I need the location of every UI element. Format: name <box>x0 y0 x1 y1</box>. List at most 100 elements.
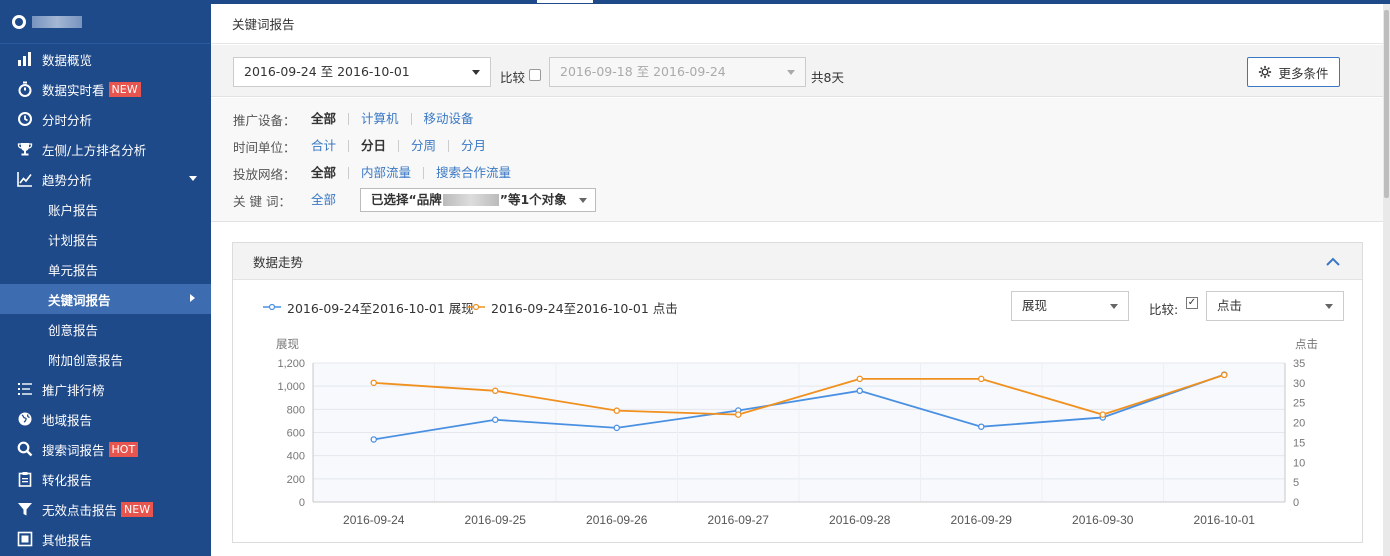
sidebar-item[interactable]: 趋势分析 <box>0 164 211 194</box>
sidebar-subitem-label: 创意报告 <box>48 322 99 338</box>
sidebar-item-label: 左侧/上方排名分析 <box>42 142 147 158</box>
filter-option[interactable]: 合计 <box>299 139 348 152</box>
sidebar-subitem[interactable]: 账户报告 <box>0 194 211 224</box>
filter-option[interactable]: 内部流量 <box>348 166 423 179</box>
data-point <box>491 416 499 424</box>
sidebar-item[interactable]: 推广排行榜 <box>0 374 211 404</box>
sidebar-item-label: 其他报告 <box>42 532 93 548</box>
y-tick-right: 15 <box>1293 437 1305 449</box>
sidebar-item-label: 地域报告 <box>42 412 93 428</box>
compare-date-select[interactable]: 2016-09-18 至 2016-09-24 <box>549 57 806 87</box>
sidebar-item[interactable]: 无效点击报告 NEW <box>0 494 211 524</box>
filter-option[interactable]: 移动设备 <box>410 112 486 125</box>
y-tick-left: 400 <box>287 451 305 463</box>
legend-label-impressions: 2016-09-24至2016-10-01 展现 <box>287 300 474 316</box>
search-icon <box>16 440 34 458</box>
y-tick-right: 5 <box>1293 477 1299 489</box>
date-range-select[interactable]: 2016-09-24 至 2016-10-01 <box>233 57 491 87</box>
filter-option[interactable]: 分周 <box>398 139 448 152</box>
y-tick-right: 10 <box>1293 457 1305 469</box>
legend-item-clicks[interactable]: 2016-09-24至2016-10-01 点击 <box>467 300 678 316</box>
filter-option[interactable]: 分日 <box>348 139 398 152</box>
y-tick-left: 600 <box>287 428 305 440</box>
filter-option[interactable]: 计算机 <box>348 112 411 125</box>
total-days: 共8天 <box>811 70 844 85</box>
sidebar-subitem[interactable]: 计划报告 <box>0 224 211 254</box>
filter-option[interactable]: 全部 <box>299 166 348 179</box>
time-unit-filter: 时间单位： 合计 分日 分周 分月 <box>233 137 498 155</box>
page-title: 关键词报告 <box>211 4 1383 44</box>
logo[interactable] <box>0 0 211 44</box>
device-filter: 推广设备： 全部 计算机 移动设备 <box>233 110 486 128</box>
compare-range-value: 2016-09-18 至 2016-09-24 <box>560 64 726 79</box>
chevron-down-icon <box>472 70 480 75</box>
sidebar-subitem[interactable]: 单元报告 <box>0 254 211 284</box>
data-point <box>978 375 985 383</box>
keyword-select-suffix: ”等1个对象 <box>499 192 567 207</box>
sidebar-item-label: 搜索词报告 <box>42 442 105 458</box>
sidebar-item-label: 转化报告 <box>42 472 93 488</box>
data-point <box>491 387 499 395</box>
sidebar-item-label: 无效点击报告 <box>42 502 118 518</box>
keyword-all-option[interactable]: 全部 <box>299 193 348 206</box>
clock-icon <box>16 110 34 128</box>
account-name-blurred <box>32 15 82 28</box>
right-metric-select[interactable]: 点击 <box>1206 291 1344 321</box>
sidebar-item[interactable]: 数据实时看 NEW <box>0 74 211 104</box>
sidebar-subitem[interactable]: 关键词报告 <box>0 284 211 314</box>
x-tick-label: 2016-09-29 <box>951 513 1013 527</box>
data-point <box>734 411 742 418</box>
legend-item-impressions[interactable]: 2016-09-24至2016-10-01 展现 <box>263 300 474 316</box>
more-conditions-label: 更多条件 <box>1278 65 1329 81</box>
left-metric-value: 展现 <box>1022 298 1048 313</box>
filter-option[interactable]: 全部 <box>299 112 348 125</box>
data-point <box>856 375 864 383</box>
globe-icon <box>16 410 34 428</box>
metric-compare-checkbox[interactable]: ✓ <box>1186 297 1198 309</box>
sidebar-item[interactable]: 其他报告 <box>0 524 211 554</box>
stopwatch-icon <box>16 80 34 98</box>
data-point <box>856 387 864 395</box>
data-point <box>1099 411 1107 418</box>
ranking-list-icon <box>16 380 34 398</box>
data-point <box>1221 371 1228 379</box>
sidebar-item[interactable]: 分时分析 <box>0 104 211 134</box>
x-tick-label: 2016-10-01 <box>1194 513 1256 527</box>
compare-label: 比较 <box>500 70 526 85</box>
filter-option[interactable]: 搜索合作流量 <box>423 166 523 179</box>
compare-checkbox[interactable] <box>529 69 541 81</box>
sidebar-item[interactable]: 数据概览 <box>0 44 211 74</box>
sidebar-item[interactable]: 左侧/上方排名分析 <box>0 134 211 164</box>
sidebar-subitem-label: 计划报告 <box>48 232 99 248</box>
x-tick-label: 2016-09-28 <box>829 513 891 527</box>
filter-option[interactable]: 分月 <box>448 139 498 152</box>
sidebar-item-label: 数据概览 <box>42 52 93 68</box>
chevron-down-icon <box>578 198 587 203</box>
legend-line-orange-icon <box>467 303 485 311</box>
x-tick-label: 2016-09-25 <box>465 513 527 527</box>
scrollbar[interactable] <box>1383 4 1390 556</box>
sidebar-item[interactable]: 搜索词报告 HOT <box>0 434 211 464</box>
keyword-object-select[interactable]: 已选择“品牌 ”等1个对象 <box>360 188 596 212</box>
data-point <box>613 407 620 414</box>
left-metric-select[interactable]: 展现 <box>1011 291 1129 321</box>
sidebar-subitem[interactable]: 创意报告 <box>0 314 211 344</box>
sidebar-item[interactable]: 转化报告 <box>0 464 211 494</box>
filter-options: 推广设备： 全部 计算机 移动设备 时间单位： 合计 分日 分周 分月 投放网络： 全部 内部流量… <box>211 98 1383 222</box>
sidebar-subitem-label: 关键词报告 <box>48 292 111 308</box>
y-tick-left: 1,000 <box>277 381 305 393</box>
chevron-down-icon <box>1325 304 1333 309</box>
trend-chart: 0 200 400 600 800 1,000 1,200 0 5 10 15 20 25 30 35 展现 点… <box>276 338 1318 527</box>
keyword-filter: 关 键 词： 全部 已选择“品牌 ”等1个对象 <box>233 188 596 212</box>
data-point <box>370 436 377 443</box>
sidebar-subitem[interactable]: 附加创意报告 <box>0 344 211 374</box>
sidebar-item[interactable]: 地域报告 <box>0 404 211 434</box>
legend-label-clicks: 2016-09-24至2016-10-01 点击 <box>491 300 678 316</box>
y-axis-title-left: 展现 <box>276 338 299 351</box>
chevron-right-icon <box>190 294 195 302</box>
scrollbar-thumb[interactable] <box>1384 10 1389 198</box>
y-axis-title-right: 点击 <box>1295 338 1318 351</box>
y-tick-left: 1,200 <box>277 358 305 370</box>
more-conditions-button[interactable]: 更多条件 <box>1247 57 1340 87</box>
data-trend-panel: 数据走势 0 200 400 600 800 1,000 1,200 0 5 10 15 20 25 30… <box>232 242 1363 543</box>
